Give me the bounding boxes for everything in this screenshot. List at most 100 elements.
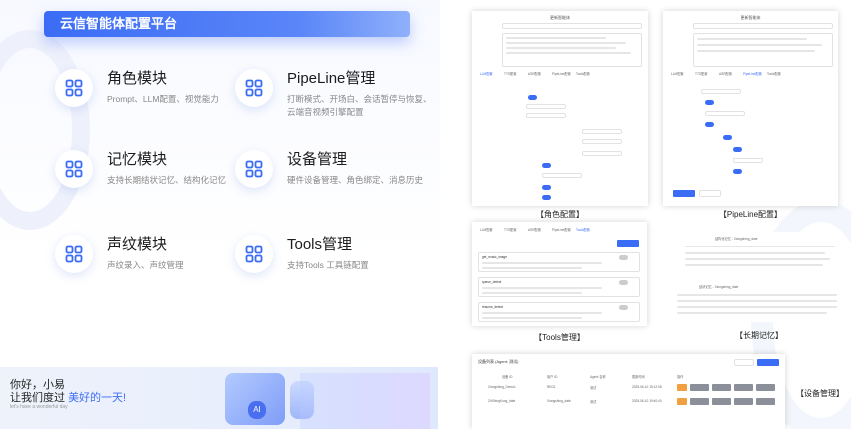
tab-0[interactable]: LLM配置 bbox=[671, 71, 684, 76]
module-desc-line: 声纹录入、声纹管理 bbox=[107, 260, 184, 270]
greeting-sub: let's have a wonderful day bbox=[10, 404, 68, 410]
module-desc: 支持长期结状记忆、结构化记忆 bbox=[107, 174, 226, 187]
banner-illustration-c bbox=[300, 373, 430, 429]
device-action-button[interactable] bbox=[734, 398, 753, 405]
device-cell: Xiongshing_date bbox=[547, 399, 571, 403]
module-card[interactable]: PipeLine管理打断模式、开场白、会话暂停与恢复、 云端音视频引擎配置 bbox=[235, 69, 432, 119]
device-caption: 【设备管理】 bbox=[796, 389, 844, 398]
tab-3[interactable]: PipeLine配置 bbox=[552, 227, 571, 232]
pipeline-config-caption: 【PipeLine配置】 bbox=[718, 210, 783, 219]
pipeline-shot-header: 更新智能体 bbox=[740, 15, 761, 20]
memory-title2: 结状记忆 - Xiongshing_date bbox=[699, 285, 739, 289]
tab-2[interactable]: ASR配置 bbox=[528, 71, 541, 76]
module-card[interactable]: 设备管理硬件设备管理、角色绑定、消息历史 bbox=[235, 150, 423, 188]
device-cell: 2025-06-10 15:12:08 bbox=[632, 385, 662, 389]
tab-1[interactable]: TTS配置 bbox=[504, 71, 516, 76]
tool-toggle[interactable] bbox=[619, 280, 628, 285]
module-desc: 硬件设备管理、角色绑定、消息历史 bbox=[287, 174, 423, 187]
device-action-button[interactable] bbox=[712, 398, 731, 405]
tab-1[interactable]: TTS配置 bbox=[695, 71, 707, 76]
module-card[interactable]: 角色模块 Prompt、LLM配置、视觉能力 bbox=[55, 69, 219, 107]
module-title: 声纹模块 bbox=[107, 236, 168, 253]
device-action-button[interactable] bbox=[690, 384, 709, 391]
tab-4[interactable]: Tools配置 bbox=[576, 71, 590, 76]
tools-caption: 【Tools管理】 bbox=[534, 333, 585, 342]
device-cell: ZhShingKung_date bbox=[488, 399, 516, 403]
tab-4[interactable]: Tools配置 bbox=[767, 71, 781, 76]
device-action-button[interactable] bbox=[677, 384, 687, 391]
ai-badge-icon: AI bbox=[248, 401, 266, 419]
tool-item[interactable]: get_music_image bbox=[478, 252, 640, 272]
module-desc: 声纹录入、声纹管理 bbox=[107, 259, 184, 272]
module-text: 设备管理硬件设备管理、角色绑定、消息历史 bbox=[287, 150, 423, 187]
device-action-button[interactable] bbox=[734, 384, 753, 391]
module-title: 角色模块 bbox=[107, 70, 168, 87]
device-action-button[interactable] bbox=[677, 398, 687, 405]
tool-toggle[interactable] bbox=[619, 255, 628, 260]
tab-2[interactable]: ASR配置 bbox=[528, 227, 541, 232]
grid-icon bbox=[55, 69, 93, 107]
memory-title1: 结构化记忆 - Xiongshing_date bbox=[715, 237, 758, 241]
tool-item[interactable]: resume_detect bbox=[478, 302, 640, 322]
module-desc: Prompt、LLM配置、视觉能力 bbox=[107, 93, 219, 106]
greeting-highlight: 美好的一天! bbox=[68, 392, 127, 404]
device-action-button[interactable] bbox=[690, 398, 709, 405]
module-card[interactable]: 记忆模块支持长期结状记忆、结构化记忆 bbox=[55, 150, 226, 188]
module-card[interactable]: Tools管理 支持Tools 工具链配置 bbox=[235, 235, 369, 273]
device-cell: 2025-06-10 19:40:40 bbox=[632, 399, 662, 403]
tab-3[interactable]: PipeLine配置 bbox=[552, 71, 571, 76]
module-text: 声纹模块声纹录入、声纹管理 bbox=[107, 235, 184, 272]
tool-toggle[interactable] bbox=[619, 305, 628, 310]
device-title: 设备列表 (Agent: 测试) bbox=[478, 359, 519, 364]
module-card[interactable]: 声纹模块声纹录入、声纹管理 bbox=[55, 235, 184, 273]
module-text: Tools管理 支持Tools 工具链配置 bbox=[287, 235, 369, 272]
module-desc-line: 支持长期结状记忆、结构化记忆 bbox=[107, 175, 227, 185]
module-text: 角色模块 Prompt、LLM配置、视觉能力 bbox=[107, 69, 219, 106]
tab-0[interactable]: LLM配置 bbox=[480, 71, 493, 76]
tools-screenshot: LLM配置 TTS配置 ASR配置 PipeLine配置 Tools配置 get_mus… bbox=[472, 222, 647, 326]
welcome-banner: 你好，小易 让我们度过 美好的一天! let's have a wonderfu… bbox=[0, 367, 438, 429]
device-col-header: 用户 ID bbox=[547, 375, 558, 379]
device-screenshot: 设备列表 (Agent: 测试) 设备 ID 用户 ID Agent 名称 更新时间 操… bbox=[472, 354, 785, 429]
device-cell: Xiongshing_Demo1 bbox=[488, 385, 516, 389]
pipeline-config-screenshot: 更新智能体 LLM配置 TTS配置 ASR配置 PipeLine配置 Tools配置 bbox=[663, 11, 838, 206]
device-action-button[interactable] bbox=[756, 398, 775, 405]
tab-0[interactable]: LLM配置 bbox=[480, 227, 493, 232]
memory-caption: 【长期记忆】 bbox=[735, 331, 783, 340]
grid-icon bbox=[235, 69, 273, 107]
module-desc-line: 云端音视频引擎配置 bbox=[287, 107, 364, 117]
grid-icon bbox=[55, 235, 93, 273]
tab-3[interactable]: PipeLine配置 bbox=[743, 71, 762, 76]
device-cell: 测试 bbox=[590, 386, 597, 390]
grid-icon bbox=[55, 150, 93, 188]
module-title: Tools管理 bbox=[287, 236, 353, 253]
tab-2[interactable]: ASR配置 bbox=[719, 71, 732, 76]
device-action-button[interactable] bbox=[712, 384, 731, 391]
tool-name: queue_detect bbox=[482, 280, 502, 284]
module-text: 记忆模块支持长期结状记忆、结构化记忆 bbox=[107, 150, 226, 187]
device-action-button[interactable] bbox=[756, 384, 775, 391]
role-shot-header: 更新智能体 bbox=[550, 15, 570, 20]
memory-screenshot: 结构化记忆 - Xiongshing_date 结状记忆 - Xiongshin… bbox=[675, 232, 843, 322]
tab-4[interactable]: Tools配置 bbox=[576, 227, 590, 232]
module-title: 设备管理 bbox=[287, 151, 348, 168]
device-col-header: 操作 bbox=[677, 375, 684, 379]
device-cell: REG1 bbox=[547, 385, 556, 389]
module-desc-line: 硬件设备管理、角色绑定、消息历史 bbox=[287, 175, 424, 185]
device-col-header: 更新时间 bbox=[632, 375, 645, 379]
grid-icon bbox=[235, 150, 273, 188]
module-desc: 打断模式、开场白、会话暂停与恢复、 云端音视频引擎配置 bbox=[287, 93, 432, 119]
tool-item[interactable]: queue_detect bbox=[478, 277, 640, 297]
module-title: 记忆模块 bbox=[107, 151, 168, 168]
tool-name: get_music_image bbox=[482, 255, 507, 259]
platform-title: 云信智能体配置平台 bbox=[44, 11, 410, 37]
role-config-screenshot: 更新智能体 LLM配置 TTS配置 ASR配置 PipeLine配置 Tools配置 bbox=[472, 11, 648, 206]
device-col-header: 设备 ID bbox=[502, 375, 513, 379]
greeting-prefix: 让我们度过 bbox=[10, 392, 65, 404]
tab-1[interactable]: TTS配置 bbox=[504, 227, 516, 232]
module-title: PipeLine管理 bbox=[287, 70, 376, 87]
grid-icon bbox=[235, 235, 273, 273]
module-desc-line: 打断模式、开场白、会话暂停与恢复、 bbox=[287, 94, 432, 104]
greeting-line2: 让我们度过 美好的一天! bbox=[10, 389, 126, 405]
module-text: PipeLine管理打断模式、开场白、会话暂停与恢复、 云端音视频引擎配置 bbox=[287, 69, 432, 119]
